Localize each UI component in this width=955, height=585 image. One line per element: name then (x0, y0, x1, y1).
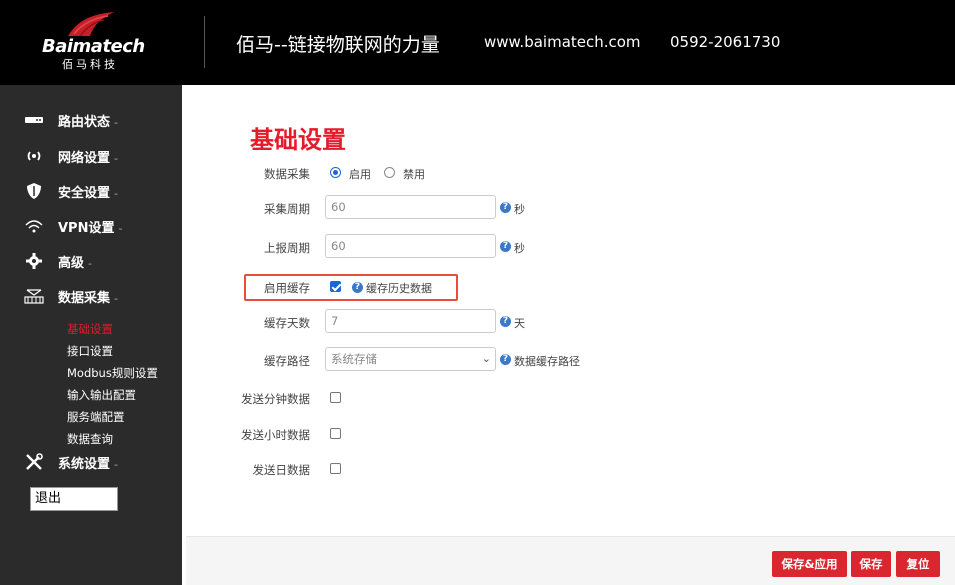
cache-path-help: 数据缓存路径 (514, 355, 580, 368)
sidebar-item-label: 高级 - (58, 255, 92, 271)
subitem-basic-settings[interactable]: 基础设置 (67, 321, 113, 337)
radio-enable-label: 启用 (349, 168, 371, 181)
logo-text: Baimatech (42, 36, 145, 57)
chevron-down-icon: ⌄ (481, 352, 491, 365)
sidebar-item-label: VPN设置 - (58, 220, 123, 236)
subitem-data-query[interactable]: 数据查询 (67, 431, 113, 447)
cache-path-label: 缓存路径 (264, 354, 310, 368)
brand-logo: Baimatech 佰马科技 (38, 10, 148, 74)
collect-period-label: 采集周期 (264, 202, 310, 216)
sidebar-item-label: 路由状态 - (58, 114, 118, 130)
collect-period-unit: 秒 (514, 203, 525, 216)
radio-enable[interactable] (330, 167, 341, 178)
sidebar-item-label: 数据采集 - (58, 290, 118, 306)
header-slogan: 佰马--链接物联网的力量 (236, 34, 440, 56)
radio-disable[interactable] (384, 167, 395, 178)
shield-icon (24, 181, 44, 201)
send-hour-checkbox[interactable] (330, 428, 341, 439)
report-period-input[interactable]: 60 (325, 234, 496, 258)
header-divider (204, 16, 205, 68)
cache-days-unit: 天 (514, 317, 525, 330)
status-icon (24, 110, 44, 130)
save-button[interactable]: 保存 (851, 551, 891, 577)
logo-subtext: 佰马科技 (62, 58, 118, 71)
sidebar-item-advanced[interactable]: 高级 - (0, 248, 182, 274)
wifi-icon (24, 216, 44, 236)
enable-cache-help: 缓存历史数据 (366, 282, 432, 295)
save-apply-button[interactable]: 保存&应用 (772, 551, 847, 577)
help-icon[interactable]: ? (500, 316, 511, 327)
sidebar-item-security[interactable]: 安全设置 - (0, 178, 182, 204)
cache-path-value: 系统存储 (331, 352, 377, 366)
gear-icon (24, 251, 44, 271)
subitem-interface-settings[interactable]: 接口设置 (67, 343, 113, 359)
subitem-server-config[interactable]: 服务端配置 (67, 409, 125, 425)
network-icon (24, 286, 44, 306)
top-header: Baimatech 佰马科技 佰马--链接物联网的力量 www.baimatec… (0, 0, 955, 85)
tools-icon (24, 452, 44, 472)
sidebar-item-vpn[interactable]: VPN设置 - (0, 213, 182, 239)
cache-path-select[interactable]: 系统存储 ⌄ (325, 347, 496, 371)
help-icon[interactable]: ? (500, 202, 511, 213)
radio-disable-label: 禁用 (403, 168, 425, 181)
sidebar-item-router-status[interactable]: 路由状态 - (0, 107, 182, 133)
header-website: www.baimatech.com (484, 33, 641, 51)
subitem-io-config[interactable]: 输入输出配置 (67, 387, 136, 403)
data-collect-label: 数据采集 (264, 167, 310, 181)
enable-cache-label: 启用缓存 (264, 281, 310, 295)
send-hour-label: 发送小时数据 (241, 428, 310, 442)
sidebar-item-data-collection[interactable]: 数据采集 - (0, 283, 182, 309)
signal-icon (24, 146, 44, 166)
collect-period-input[interactable]: 60 (325, 195, 496, 219)
enable-cache-checkbox[interactable] (330, 281, 341, 292)
send-day-label: 发送日数据 (252, 463, 311, 477)
logout-button[interactable]: 退出 (30, 487, 118, 511)
help-icon[interactable]: ? (352, 282, 363, 293)
send-minute-checkbox[interactable] (330, 392, 341, 403)
sidebar-item-label: 系统设置 - (58, 456, 118, 472)
sidebar: 路由状态 - 网络设置 - 安全设置 - VPN设置 - 高级 - 数据采集 - 基础设置 … (0, 85, 182, 585)
report-period-label: 上报周期 (264, 241, 310, 255)
sidebar-item-label: 安全设置 - (58, 185, 118, 201)
reset-button[interactable]: 复位 (896, 551, 940, 577)
subitem-modbus-rules[interactable]: Modbus规则设置 (67, 365, 158, 381)
help-icon[interactable]: ? (500, 354, 511, 365)
horse-logo-icon (68, 12, 114, 37)
header-phone: 0592-2061730 (670, 33, 781, 51)
cache-days-label: 缓存天数 (264, 316, 310, 330)
send-day-checkbox[interactable] (330, 463, 341, 474)
send-minute-label: 发送分钟数据 (241, 392, 310, 406)
cache-days-input[interactable]: 7 (325, 309, 496, 333)
sidebar-item-network[interactable]: 网络设置 - (0, 143, 182, 169)
help-icon[interactable]: ? (500, 241, 511, 252)
report-period-unit: 秒 (514, 242, 525, 255)
sidebar-item-system[interactable]: 系统设置 - (0, 449, 182, 475)
sidebar-item-label: 网络设置 - (58, 150, 118, 166)
page-title: 基础设置 (250, 126, 346, 154)
